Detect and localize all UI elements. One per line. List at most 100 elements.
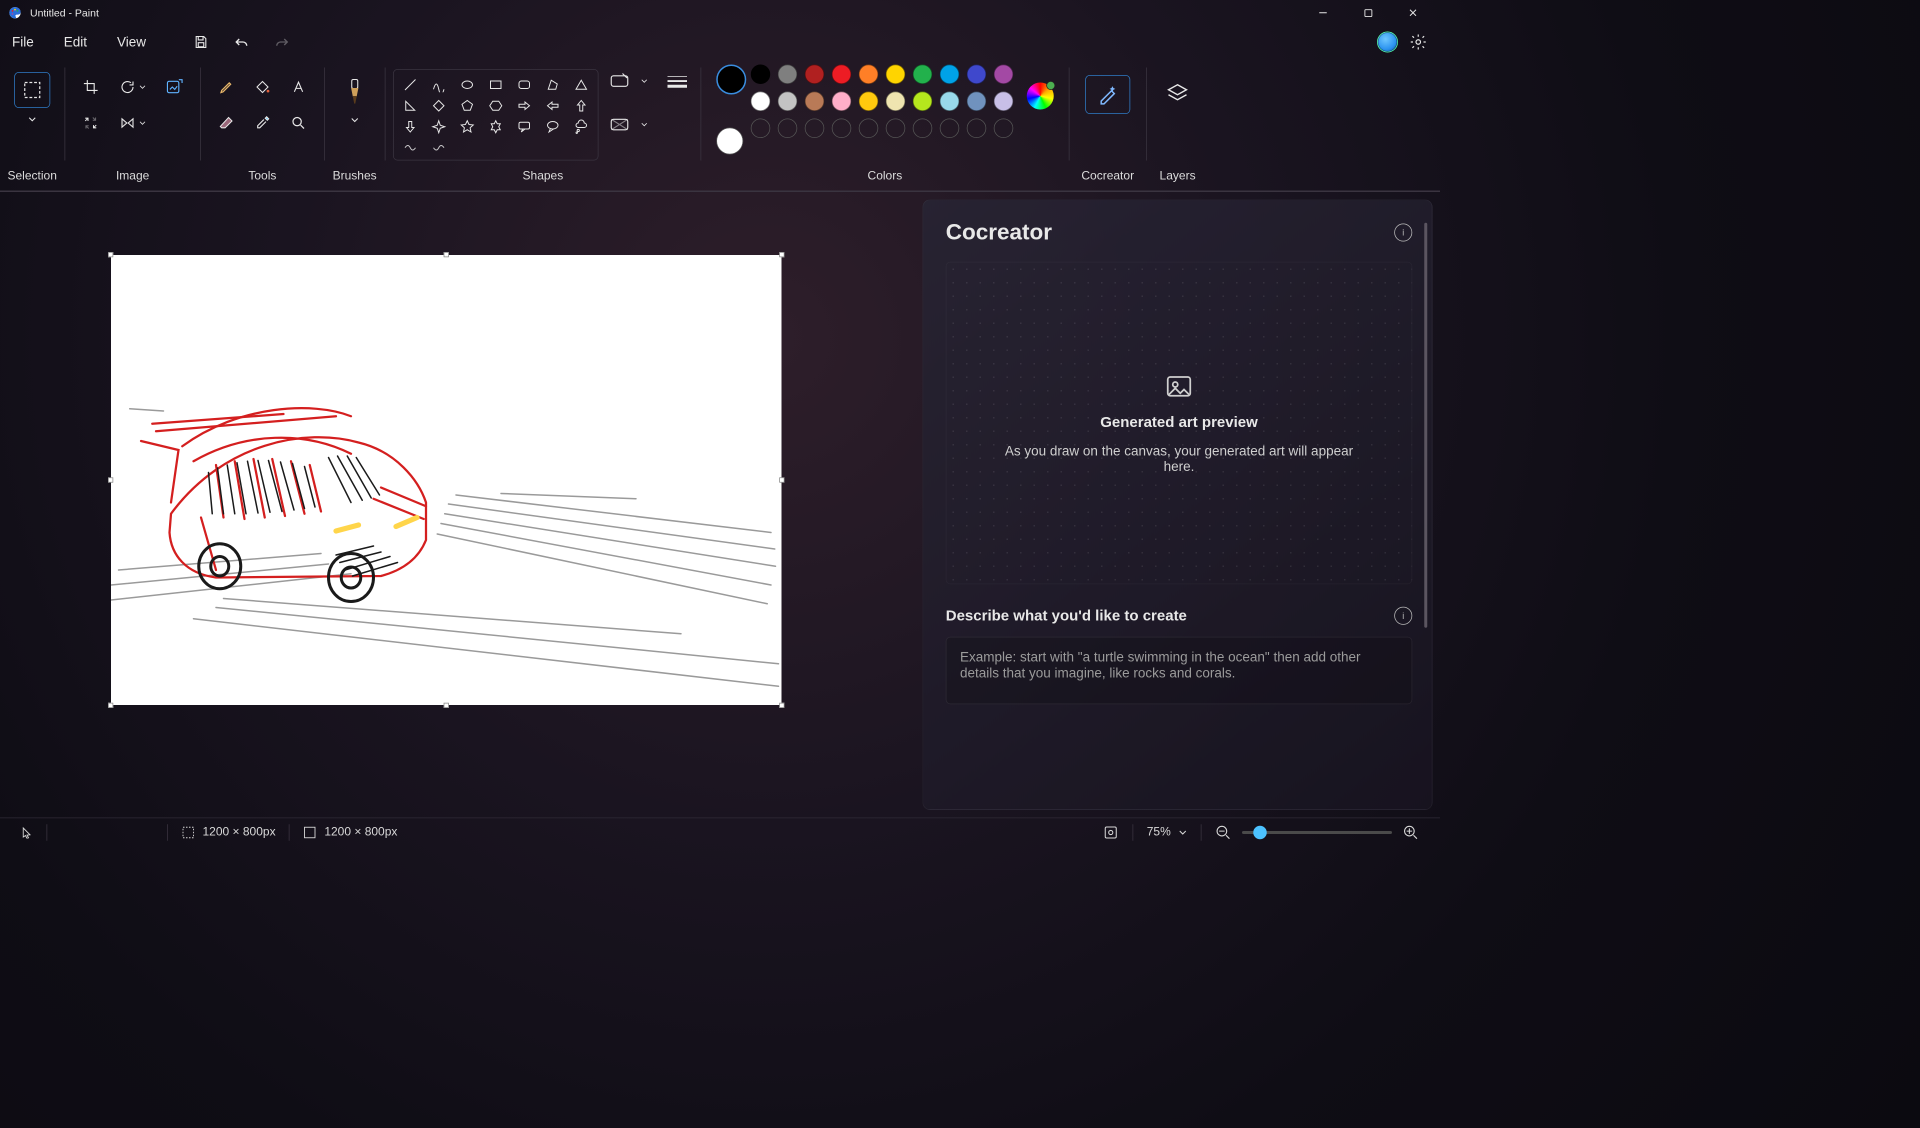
color-swatch[interactable] (967, 92, 987, 112)
color-swatch[interactable] (778, 65, 798, 85)
flip-button[interactable] (112, 108, 154, 138)
menu-edit[interactable]: Edit (52, 27, 99, 58)
color-swatch[interactable] (886, 65, 906, 85)
image-generate-button[interactable] (160, 72, 190, 102)
resize-handle-ne[interactable] (779, 252, 784, 257)
shape-right-triangle-icon[interactable] (401, 97, 419, 115)
color-primary[interactable] (716, 65, 746, 95)
describe-info-button[interactable]: i (1394, 607, 1412, 625)
resize-handle-n[interactable] (444, 252, 449, 257)
color-swatch[interactable] (940, 92, 960, 112)
color-swatch[interactable] (886, 92, 906, 112)
custom-color-slot[interactable] (994, 119, 1014, 139)
color-swatch[interactable] (913, 65, 933, 85)
menu-view[interactable]: View (105, 27, 158, 58)
shape-arrow-down-icon[interactable] (401, 118, 419, 136)
brushes-dropdown[interactable] (332, 65, 377, 125)
window-close-button[interactable] (1391, 0, 1436, 26)
shape-4star-icon[interactable] (430, 118, 448, 136)
selection-dropdown[interactable] (14, 114, 50, 125)
layers-button[interactable] (1159, 75, 1197, 113)
save-button[interactable] (184, 29, 219, 56)
color-swatch[interactable] (994, 65, 1014, 85)
custom-color-slot[interactable] (832, 119, 852, 139)
describe-input[interactable] (946, 637, 1413, 705)
shape-roundrect-icon[interactable] (515, 76, 533, 94)
shape-polygon-icon[interactable] (544, 76, 562, 94)
zoom-in-button[interactable] (1403, 824, 1420, 841)
color-swatch[interactable] (994, 92, 1014, 112)
shape-callout-oval-icon[interactable] (544, 118, 562, 136)
shape-more-1-icon[interactable] (401, 139, 419, 157)
resize-handle-w[interactable] (108, 477, 113, 482)
shape-hexagon-icon[interactable] (487, 97, 505, 115)
resize-handle-e[interactable] (779, 477, 784, 482)
shape-arrow-up-icon[interactable] (572, 97, 590, 115)
shape-fill-dropdown[interactable] (609, 116, 648, 134)
pencil-tool[interactable] (211, 72, 241, 102)
shape-callout-rect-icon[interactable] (515, 118, 533, 136)
fit-to-window-button[interactable] (1089, 818, 1133, 846)
custom-color-slot[interactable] (913, 119, 933, 139)
line-width-dropdown[interactable] (664, 72, 690, 90)
shape-5star-icon[interactable] (458, 118, 476, 136)
cocreator-toggle-button[interactable] (1085, 75, 1130, 114)
shape-arrow-right-icon[interactable] (515, 97, 533, 115)
window-maximize-button[interactable] (1346, 0, 1391, 26)
custom-color-slot[interactable] (940, 119, 960, 139)
menu-file[interactable]: File (0, 27, 46, 58)
resize-button[interactable] (76, 108, 106, 138)
shape-more-2-icon[interactable] (430, 139, 448, 157)
shape-arrow-left-icon[interactable] (544, 97, 562, 115)
eraser-tool[interactable] (211, 108, 241, 138)
custom-color-slot[interactable] (805, 119, 825, 139)
custom-color-slot[interactable] (967, 119, 987, 139)
shapes-gallery[interactable] (393, 69, 599, 161)
text-tool[interactable] (283, 72, 313, 102)
shape-rect-icon[interactable] (487, 76, 505, 94)
cocreator-info-button[interactable]: i (1394, 224, 1412, 242)
color-swatch[interactable] (859, 92, 879, 112)
resize-handle-nw[interactable] (108, 252, 113, 257)
magnifier-tool[interactable] (283, 108, 313, 138)
zoom-dropdown[interactable]: 75% (1133, 818, 1201, 846)
color-swatch[interactable] (967, 65, 987, 85)
color-secondary[interactable] (716, 128, 743, 155)
custom-color-slot[interactable] (859, 119, 879, 139)
resize-handle-s[interactable] (444, 703, 449, 708)
shape-outline-dropdown[interactable] (609, 72, 648, 90)
selection-tool[interactable] (8, 65, 56, 128)
resize-handle-se[interactable] (779, 703, 784, 708)
color-swatch[interactable] (751, 65, 771, 85)
settings-button[interactable] (1409, 32, 1429, 52)
redo-button[interactable] (265, 29, 300, 56)
undo-button[interactable] (224, 29, 259, 56)
color-swatch[interactable] (778, 92, 798, 112)
edit-colors-button[interactable] (1027, 83, 1054, 110)
color-swatch[interactable] (832, 65, 852, 85)
color-picker-tool[interactable] (247, 108, 277, 138)
resize-handle-sw[interactable] (108, 703, 113, 708)
custom-color-slot[interactable] (751, 119, 771, 139)
color-swatch[interactable] (940, 65, 960, 85)
shape-curve-icon[interactable] (430, 76, 448, 94)
shape-pentagon-icon[interactable] (458, 97, 476, 115)
shape-triangle-icon[interactable] (572, 76, 590, 94)
shape-6star-icon[interactable] (487, 118, 505, 136)
fill-tool[interactable] (247, 72, 277, 102)
user-avatar[interactable] (1377, 32, 1398, 53)
shape-callout-cloud-icon[interactable] (572, 118, 590, 136)
shape-line-icon[interactable] (401, 76, 419, 94)
color-swatch[interactable] (832, 92, 852, 112)
custom-color-slot[interactable] (886, 119, 906, 139)
color-swatch[interactable] (859, 65, 879, 85)
window-minimize-button[interactable] (1301, 0, 1346, 26)
color-swatch[interactable] (805, 92, 825, 112)
color-swatch[interactable] (913, 92, 933, 112)
panel-scrollbar[interactable] (1424, 223, 1427, 628)
color-swatch[interactable] (751, 92, 771, 112)
color-swatch[interactable] (805, 65, 825, 85)
zoom-slider[interactable] (1242, 831, 1392, 834)
crop-button[interactable] (76, 72, 106, 102)
rotate-button[interactable] (112, 72, 154, 102)
